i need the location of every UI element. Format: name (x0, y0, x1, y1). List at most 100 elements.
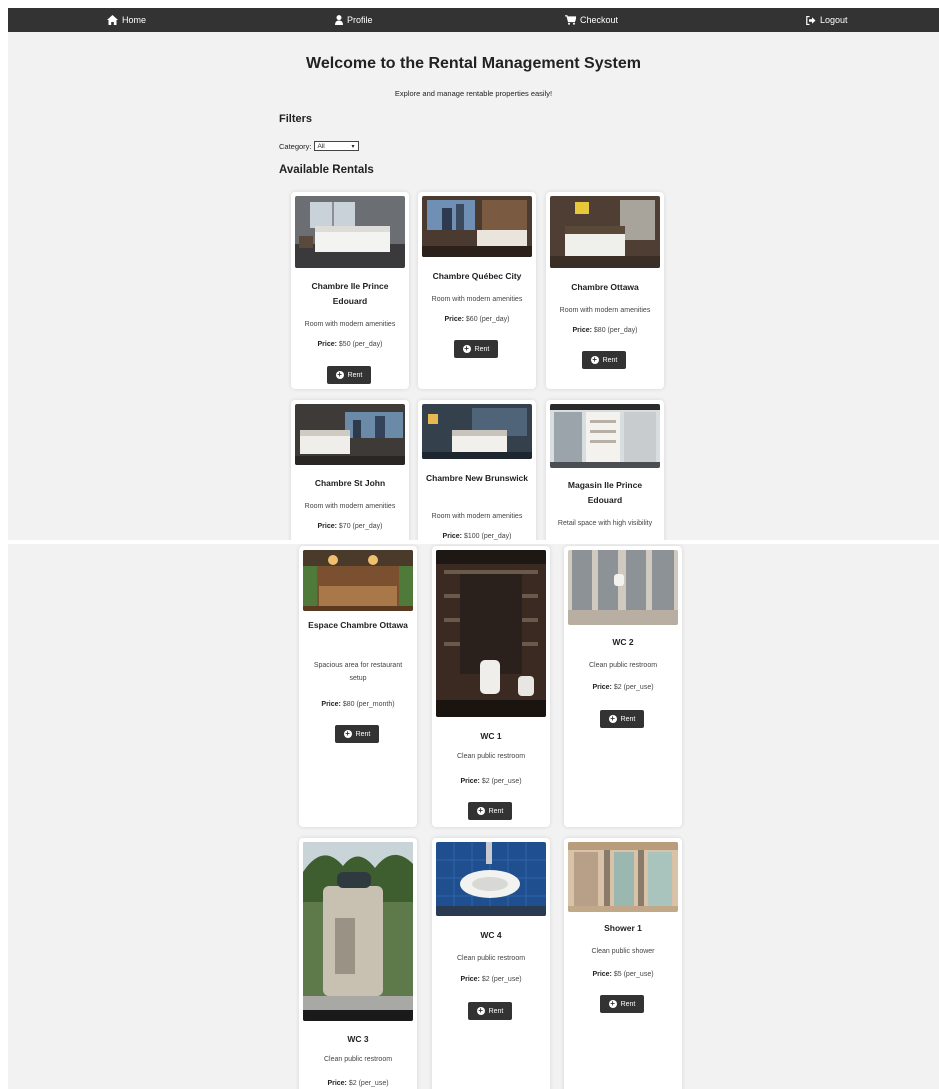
price-value: $80 (per_month) (342, 701, 395, 708)
rental-card: WC 2 Clean public restroom Price: $2 (pe… (564, 546, 682, 827)
price-value: $70 (per_day) (338, 523, 383, 530)
price-value: $2 (per_use) (481, 778, 522, 785)
rental-image (568, 550, 678, 625)
plus-circle-icon: + (462, 344, 471, 353)
rental-price: Price: $80 (per_month) (303, 701, 413, 708)
price-value: $2 (per_use) (613, 684, 654, 691)
price-label: Price: (317, 523, 337, 530)
sign-out-icon (806, 15, 816, 25)
plus-circle-icon: + (335, 370, 344, 379)
rental-card: Chambre Ile Prince Edouard Room with mod… (291, 192, 409, 389)
nav-checkout-label: Checkout (580, 15, 619, 25)
rental-image (303, 842, 413, 1021)
rental-card: WC 4 Clean public restroom Price: $2 (pe… (432, 838, 550, 1089)
rent-button[interactable]: + Rent (468, 802, 512, 820)
category-label: Category: (279, 141, 312, 151)
rental-image (550, 404, 660, 468)
rental-title: WC 1 (480, 731, 502, 741)
rental-card: Chambre Ottawa Room with modern amenitie… (546, 192, 664, 389)
navbar: Home Profile Checkout Logout (8, 8, 939, 32)
rental-card: Shower 1 Clean public shower Price: $5 (… (564, 838, 682, 1089)
rental-card: WC 1 Clean public restroom Price: $2 (pe… (432, 546, 550, 827)
plus-circle-icon: + (476, 806, 485, 815)
rent-button[interactable]: + Rent (600, 710, 644, 728)
rental-title: Magasin Ile Prince Edouard (567, 480, 643, 505)
plus-circle-icon: + (590, 355, 599, 364)
rental-card: WC 3 Clean public restroom Price: $2 (pe… (299, 838, 417, 1089)
rental-image (436, 842, 546, 916)
rental-description: Room with modern amenities (431, 513, 523, 520)
rent-button-label: Rent (620, 1000, 636, 1008)
rental-card: Chambre St John Room with modern ameniti… (291, 400, 409, 540)
rental-title: Chambre St John (314, 478, 386, 488)
rental-price: Price: $2 (per_use) (436, 778, 546, 785)
rent-button-label: Rent (347, 371, 363, 379)
rental-image (303, 550, 413, 611)
rent-button[interactable]: + Rent (600, 995, 644, 1013)
rental-price: Price: $80 (per_day) (550, 327, 660, 334)
category-select-value: All (317, 142, 325, 150)
rent-button[interactable]: + Rent (468, 1002, 512, 1020)
rent-button[interactable]: + Rent (582, 351, 626, 369)
rental-card: Magasin Ile Prince Edouard Retail space … (546, 400, 664, 540)
user-icon (335, 15, 343, 25)
price-value: $50 (per_day) (338, 341, 383, 348)
rental-title: Chambre Québec City (432, 271, 522, 281)
nav-profile-label: Profile (347, 15, 373, 25)
rental-description: Room with modern amenities (559, 307, 651, 314)
rent-button-label: Rent (620, 715, 636, 723)
nav-profile[interactable]: Profile (335, 8, 373, 32)
rent-button[interactable]: + Rent (454, 340, 498, 358)
rental-price: Price: $70 (per_day) (295, 523, 405, 530)
main-content: Welcome to the Rental Management System … (8, 32, 939, 540)
rental-price: Price: $60 (per_day) (422, 316, 532, 323)
rental-price: Price: $2 (per_use) (303, 1080, 413, 1087)
nav-home[interactable]: Home (107, 8, 146, 32)
rental-title: Espace Chambre Ottawa (308, 620, 408, 630)
price-label: Price: (592, 684, 612, 691)
rental-price: Price: $2 (per_use) (436, 976, 546, 983)
price-value: $100 (per_day) (463, 533, 512, 540)
available-rentals-heading: Available Rentals (279, 164, 374, 176)
rental-title: WC 3 (347, 1034, 369, 1044)
price-value: $2 (per_use) (481, 976, 522, 983)
rental-description: Retail space with high visibility (557, 520, 653, 527)
nav-home-label: Home (122, 15, 147, 25)
rental-image (422, 196, 532, 257)
rental-price: Price: $100 (per_day) (422, 533, 532, 540)
price-label: Price: (327, 1080, 347, 1087)
rental-title: Chambre Ottawa (571, 282, 639, 292)
page-subtitle: Explore and manage rentable properties e… (394, 89, 553, 98)
rental-image (436, 550, 546, 717)
rental-image (550, 196, 660, 268)
plus-circle-icon: + (608, 999, 617, 1008)
rent-button[interactable]: + Rent (335, 725, 379, 743)
price-label: Price: (444, 316, 464, 323)
plus-circle-icon: + (608, 714, 617, 723)
cart-icon (565, 15, 576, 25)
rental-description: Room with modern amenities (304, 503, 396, 510)
rental-image (295, 404, 405, 465)
rent-button-label: Rent (474, 345, 490, 353)
category-select[interactable]: All ▾ (313, 141, 359, 151)
rental-description: Clean public restroom (588, 662, 658, 669)
rental-description: Clean public restroom (323, 1056, 393, 1063)
rent-button-label: Rent (488, 1007, 504, 1015)
chevron-down-icon: ▾ (351, 143, 355, 150)
rent-button-label: Rent (602, 356, 618, 364)
price-label: Price: (572, 327, 592, 334)
rental-card: Chambre Québec City Room with modern ame… (418, 192, 536, 389)
plus-circle-icon: + (343, 729, 352, 738)
rental-image (422, 404, 532, 459)
category-filter: Category: All ▾ (279, 141, 359, 151)
nav-checkout[interactable]: Checkout (565, 8, 618, 32)
rental-title: WC 4 (480, 930, 502, 940)
rental-image (568, 842, 678, 912)
nav-logout[interactable]: Logout (806, 8, 848, 32)
price-label: Price: (460, 976, 480, 983)
main-content-continued: Espace Chambre Ottawa Spacious area for … (8, 544, 939, 1089)
rent-button[interactable]: + Rent (327, 366, 371, 384)
rental-price: Price: $2 (per_use) (568, 684, 678, 691)
home-icon (107, 15, 118, 25)
filters-heading: Filters (279, 113, 313, 125)
